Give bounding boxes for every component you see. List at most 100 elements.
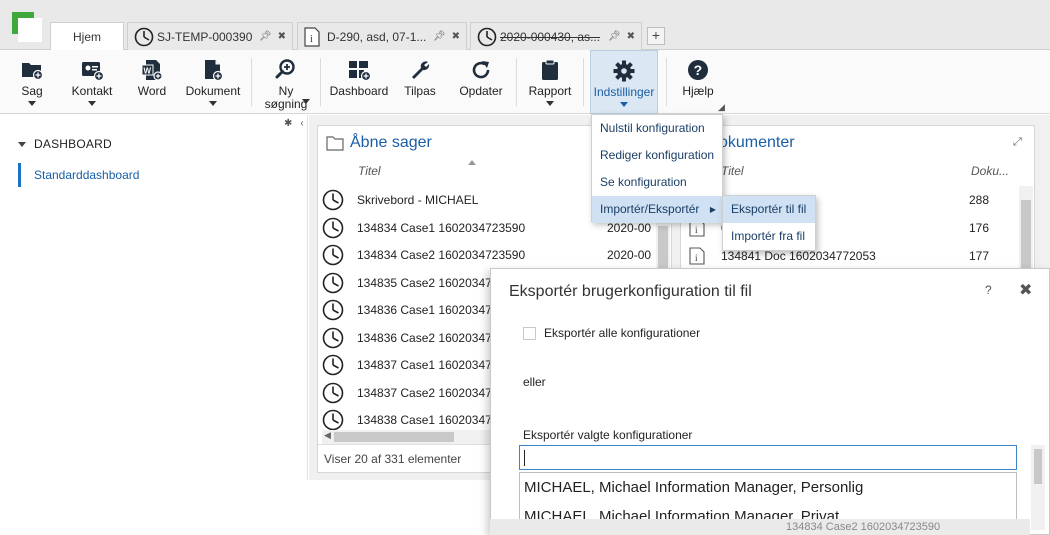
- case-clock-icon: [477, 27, 497, 47]
- sidebar-item-standarddashboard[interactable]: Standarddashboard: [18, 163, 139, 187]
- export-all-label: Eksportér alle konfigurationer: [544, 326, 701, 340]
- case-row[interactable]: 134834 Case2 1602034723590 2020-00: [322, 241, 656, 269]
- app-logo: [12, 12, 42, 42]
- menu-item-nulstil[interactable]: Nulstil konfiguration: [592, 115, 722, 142]
- close-tab-icon[interactable]: ✖: [278, 31, 286, 42]
- chevron-down-icon: [209, 101, 217, 106]
- tilpas-button[interactable]: Tilpas: [400, 50, 440, 114]
- case-clock-icon: [322, 299, 344, 321]
- menu-item-export-to-file[interactable]: Eksportér til fil: [723, 196, 815, 223]
- chevron-down-icon: [620, 102, 628, 107]
- document-info-icon: i: [304, 26, 324, 47]
- menu-item-rediger[interactable]: Rediger konfiguration: [592, 142, 722, 169]
- column-header-dokumenter[interactable]: Doku...: [971, 164, 1009, 178]
- svg-text:?: ?: [694, 62, 703, 78]
- chevron-down-icon: [302, 99, 310, 104]
- folder-icon: [326, 135, 344, 151]
- sidebar: ✱ ‹ DASHBOARD Standarddashboard: [0, 115, 308, 480]
- ribbon-separator: [583, 58, 584, 106]
- export-config-dialog: Eksportér brugerkonfiguration til fil ? …: [490, 268, 1050, 535]
- case-clock-icon: [322, 244, 344, 266]
- case-clock-icon: [134, 27, 154, 47]
- gear-icon: [612, 59, 636, 83]
- dialog-scrollbar[interactable]: [1031, 445, 1045, 530]
- case-clock-icon: [322, 354, 344, 376]
- rapport-button[interactable]: Rapport: [524, 50, 576, 114]
- chevron-down-icon: [88, 101, 96, 106]
- ribbon-toolbar: Sag Kontakt W Word Dokument Ny søgning D…: [0, 50, 1050, 114]
- vertical-scrollbar[interactable]: [1019, 186, 1033, 274]
- export-all-option[interactable]: Eksportér alle konfigurationer: [523, 326, 700, 340]
- select-configs-label: Eksportér valgte konfigurationer: [523, 428, 693, 442]
- tab-hjem[interactable]: Hjem: [50, 22, 124, 51]
- settings-small-icon[interactable]: ✱: [284, 118, 292, 129]
- pin-icon[interactable]: 📌︎: [433, 31, 446, 42]
- pin-icon[interactable]: 📌︎: [259, 31, 272, 42]
- indstillinger-menu: Nulstil konfiguration Rediger konfigurat…: [591, 114, 723, 223]
- document-count: 176: [969, 221, 990, 235]
- collapse-sidebar-icon[interactable]: ‹: [300, 118, 303, 129]
- sidebar-tools: ✱ ‹: [284, 118, 304, 129]
- panel-title: Åbne sager: [326, 134, 432, 152]
- menu-item-se[interactable]: Se konfiguration: [592, 169, 722, 196]
- chevron-down-icon: [18, 141, 26, 147]
- menu-item-import-export[interactable]: Importér/Eksportér ▶: [592, 196, 722, 223]
- indstillinger-button[interactable]: Indstillinger: [590, 50, 658, 114]
- sag-label: Sag: [21, 84, 43, 98]
- document-title: 134841 Doc 1602034772053: [721, 249, 876, 263]
- hjaelp-button[interactable]: ? Hjælp: [676, 50, 720, 114]
- ribbon-separator: [516, 58, 517, 106]
- folder-add-icon: [20, 58, 44, 82]
- case-clock-icon: [322, 327, 344, 349]
- expand-icon[interactable]: ⤢: [1013, 136, 1022, 149]
- opdater-button[interactable]: Opdater: [454, 50, 508, 114]
- dashboard-label: Dashboard: [329, 84, 389, 98]
- kontakt-button[interactable]: Kontakt: [68, 50, 116, 114]
- sidebar-section-label: DASHBOARD: [34, 137, 112, 151]
- ny-soegning-line1: Ny: [278, 84, 294, 98]
- sag-button[interactable]: Sag: [12, 50, 52, 114]
- tab-label: SJ-TEMP-000390,...: [157, 29, 253, 44]
- tab-case-sj-temp[interactable]: SJ-TEMP-000390,... 📌︎ ✖: [127, 22, 293, 50]
- case-clock-icon: [322, 272, 344, 294]
- text-cursor: [524, 450, 525, 466]
- or-label: eller: [523, 375, 546, 389]
- wrench-icon: [408, 58, 432, 82]
- pin-icon[interactable]: 📌︎: [608, 31, 621, 42]
- config-select-input[interactable]: [519, 445, 1017, 470]
- word-button[interactable]: W Word: [132, 50, 172, 114]
- case-date: 2020-00: [607, 248, 652, 262]
- ny-soegning-label: Ny søgning: [265, 85, 308, 111]
- menu-item-import-from-file[interactable]: Importér fra fil: [723, 223, 815, 250]
- case-title: 134834 Case2 1602034723590: [357, 248, 526, 262]
- open-cases-title: Åbne sager: [350, 134, 432, 151]
- ribbon-expand-icon[interactable]: ◢: [718, 102, 725, 113]
- svg-text:W: W: [144, 67, 152, 76]
- case-clock-icon: [322, 217, 344, 239]
- export-all-checkbox[interactable]: [523, 326, 536, 340]
- dokument-button[interactable]: Dokument: [182, 50, 244, 114]
- help-icon[interactable]: ?: [985, 283, 992, 297]
- ribbon-separator: [666, 58, 667, 106]
- kontakt-label: Kontakt: [71, 84, 113, 98]
- menu-item-label: Importér/Eksportér: [600, 202, 700, 216]
- config-option-personlig[interactable]: MICHAEL, Michael Information Manager, Pe…: [520, 473, 1016, 502]
- close-tab-icon[interactable]: ✖: [452, 31, 460, 42]
- tab-label: 2020-000430, as...: [500, 29, 601, 44]
- background-row-peek: 134834 Case2 1602034723590: [490, 519, 1030, 535]
- case-clock-icon: [322, 382, 344, 404]
- close-icon[interactable]: ✖: [1019, 280, 1032, 300]
- column-header-titel[interactable]: Titel: [358, 164, 381, 178]
- documents-title: okumenter: [719, 134, 795, 151]
- sidebar-section-dashboard[interactable]: DASHBOARD: [18, 137, 112, 151]
- background-row-text: 134834 Case2 1602034723590: [786, 521, 941, 533]
- ny-soegning-button[interactable]: Ny søgning: [256, 50, 316, 114]
- tab-document-d290[interactable]: i D-290, asd, 07-1... 📌︎ ✖: [297, 22, 467, 50]
- new-tab-button[interactable]: +: [647, 27, 665, 45]
- svg-text:i: i: [310, 34, 313, 45]
- column-header-titel[interactable]: Titel: [721, 164, 744, 178]
- dashboard-button[interactable]: Dashboard: [328, 50, 390, 114]
- close-tab-icon[interactable]: ✖: [627, 31, 635, 42]
- tab-case-2020-000430[interactable]: 2020-000430, as... 📌︎ ✖: [470, 22, 642, 50]
- contact-card-add-icon: [80, 58, 104, 82]
